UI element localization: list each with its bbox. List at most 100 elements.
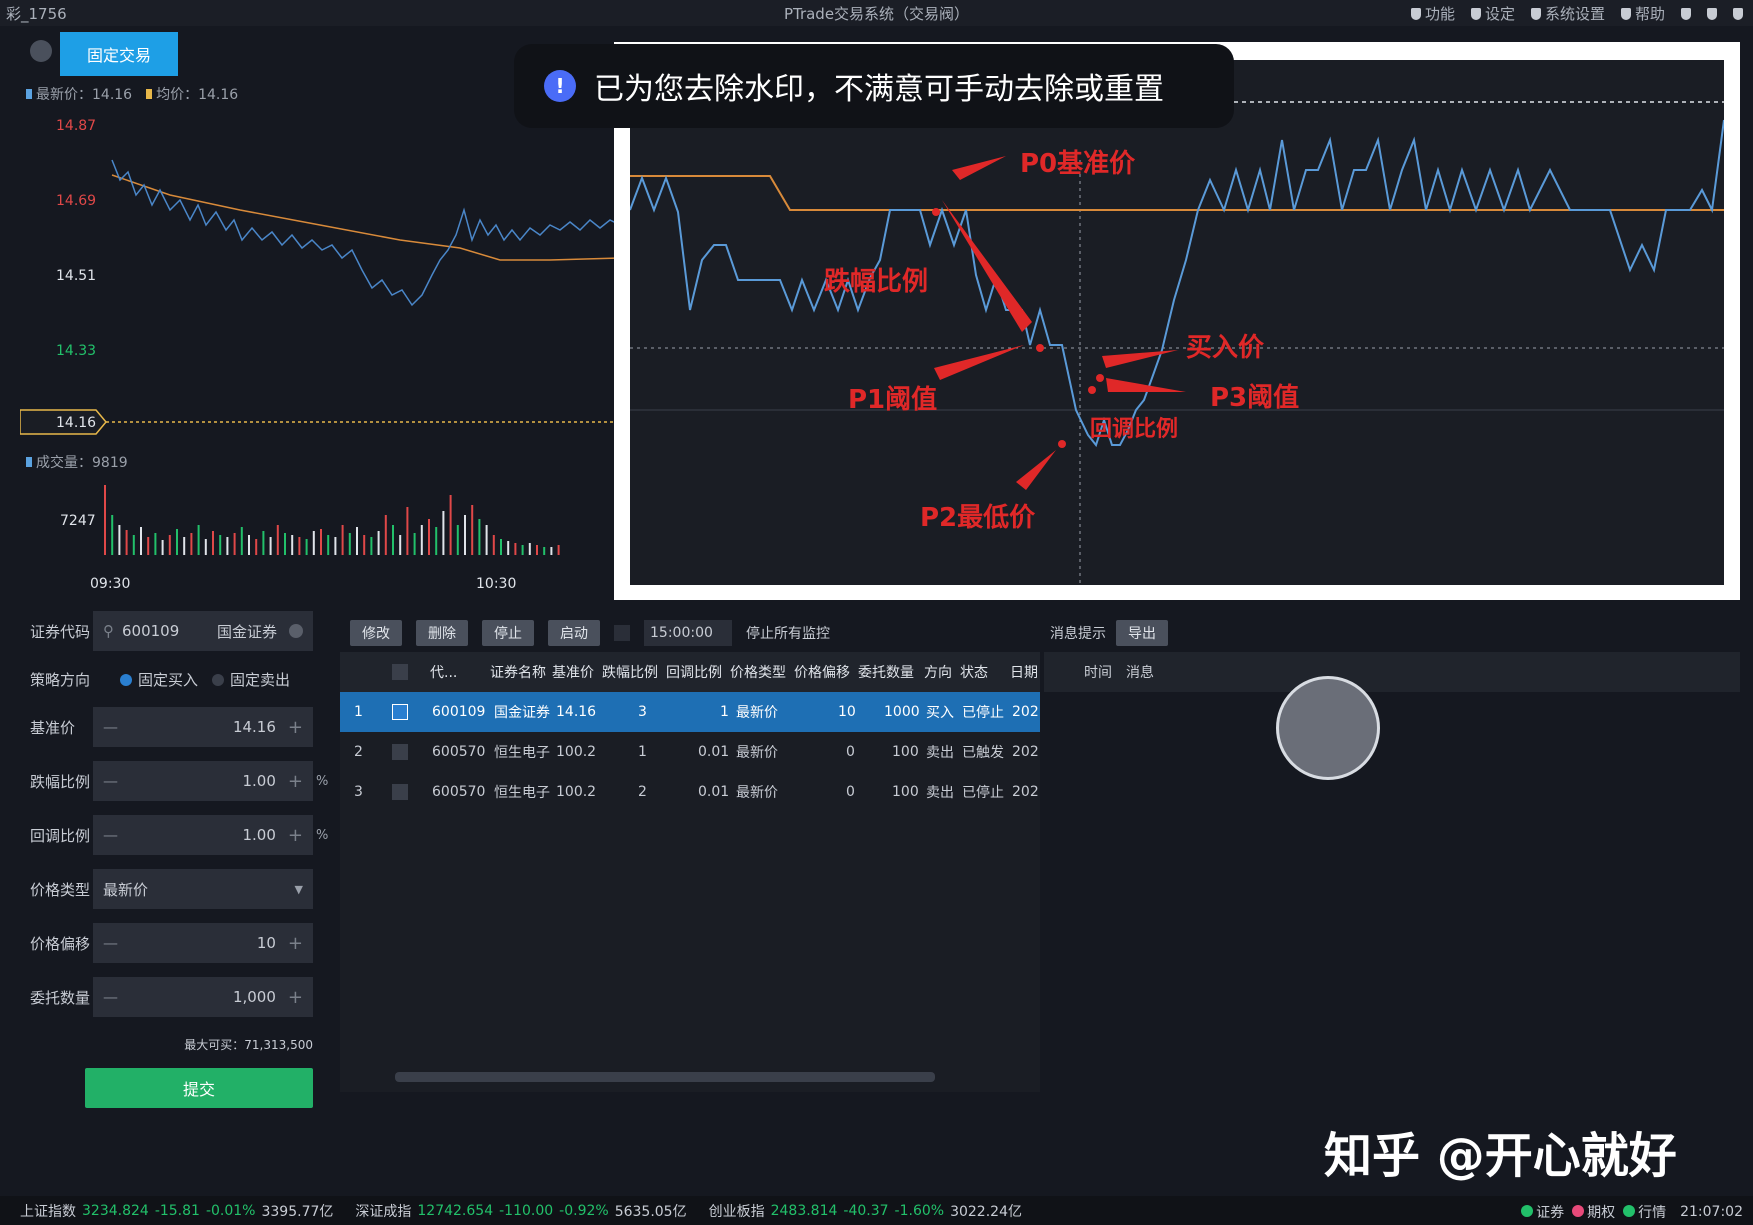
price-tick: 14.33 bbox=[56, 343, 96, 359]
order-form: 证券代码 ⚲ 600109 国金证券 策略方向 固定买入 固定卖出 基准价 — … bbox=[20, 610, 328, 1110]
search-icon: ⚲ bbox=[103, 622, 114, 640]
plus-icon[interactable]: + bbox=[288, 987, 303, 1008]
minus-icon[interactable]: — bbox=[103, 772, 118, 790]
column-header[interactable]: 方向 bbox=[924, 662, 952, 682]
start-button[interactable]: 启动 bbox=[548, 620, 600, 646]
message-panel: 消息提示 导出 时间 消息 知乎 @开心就好 bbox=[1044, 616, 1740, 1184]
column-header[interactable]: 跌幅比例 bbox=[602, 662, 660, 682]
row-checkbox[interactable] bbox=[392, 744, 408, 760]
minus-icon[interactable]: — bbox=[103, 934, 118, 952]
volume-bar bbox=[125, 530, 128, 555]
strategy-row: 策略方向 固定买入 固定卖出 bbox=[20, 658, 320, 700]
volume-bar bbox=[406, 507, 409, 555]
horizontal-scrollbar[interactable] bbox=[395, 1072, 935, 1082]
menu-system-settings[interactable]: 系统设置 bbox=[1530, 3, 1605, 24]
ref-price-label: 14.16 bbox=[56, 415, 96, 431]
minimize-button[interactable] bbox=[1681, 7, 1691, 20]
rebound-ratio-input[interactable]: — 1.00 + bbox=[93, 815, 313, 855]
volume-bar bbox=[111, 515, 114, 555]
column-header[interactable]: 状态 bbox=[960, 662, 990, 682]
menu-help[interactable]: 帮助 bbox=[1620, 3, 1665, 24]
rebound-ratio-row: 回调比例 — 1.00 + % bbox=[20, 814, 328, 856]
menu-settings[interactable]: 设定 bbox=[1470, 3, 1515, 24]
price-type-select[interactable]: 最新价 ▼ bbox=[93, 869, 313, 909]
minus-icon[interactable]: — bbox=[103, 826, 118, 844]
drop-ratio-input[interactable]: — 1.00 + bbox=[93, 761, 313, 801]
clear-icon[interactable] bbox=[289, 624, 303, 638]
plus-icon[interactable]: + bbox=[288, 771, 303, 792]
column-header[interactable]: 日期 bbox=[1010, 662, 1038, 682]
sz-label: 深证成指 bbox=[355, 1203, 412, 1220]
arrow-icon bbox=[952, 156, 1006, 180]
volume-bar bbox=[269, 537, 272, 555]
menu-function[interactable]: 功能 bbox=[1410, 3, 1455, 24]
base-price-input[interactable]: — 14.16 + bbox=[93, 707, 313, 747]
volume-bar bbox=[233, 533, 236, 555]
submit-button[interactable]: 提交 bbox=[85, 1068, 313, 1108]
volume-bar bbox=[557, 545, 560, 555]
status-bar: 上证指数 3234.824 -15.81 -0.01% 3395.77亿 深证成… bbox=[0, 1196, 1753, 1225]
volume-bar bbox=[550, 547, 553, 555]
volume-bar bbox=[392, 525, 394, 555]
volume-bar bbox=[176, 529, 178, 555]
annotation-labels: P0基准价 跌幅比例 买入价 P1阈值 P3阈值 回调比例 P2最低价 bbox=[824, 149, 1299, 533]
gear-icon[interactable] bbox=[30, 40, 52, 62]
sz-change: -110.00 bbox=[499, 1202, 554, 1219]
sh-change: -15.81 bbox=[154, 1202, 200, 1219]
close-button[interactable] bbox=[1733, 7, 1743, 20]
volume-bar bbox=[500, 539, 502, 555]
stop-all-label: 停止所有监控 bbox=[746, 626, 830, 642]
column-header[interactable]: 回调比例 bbox=[666, 662, 724, 682]
price-offset-input[interactable]: — 10 + bbox=[93, 923, 313, 963]
table-row[interactable]: 3 600570 恒生电子 100.2 2 0.01 最新价 0 100 卖出 … bbox=[340, 772, 1040, 812]
touch-indicator bbox=[1276, 676, 1380, 780]
volume-bar bbox=[449, 495, 452, 555]
delete-button[interactable]: 删除 bbox=[416, 620, 468, 646]
plus-icon[interactable]: + bbox=[288, 933, 303, 954]
table-row[interactable]: 2 600570 恒生电子 100.2 1 0.01 最新价 0 100 卖出 … bbox=[340, 732, 1040, 772]
radio-sell[interactable]: 固定卖出 bbox=[212, 669, 290, 690]
tab-fixed-trade[interactable]: 固定交易 bbox=[60, 32, 178, 76]
volume-bar bbox=[464, 515, 466, 555]
plus-icon[interactable]: + bbox=[288, 717, 303, 738]
volume-bar bbox=[478, 519, 481, 555]
column-header[interactable]: 证券名称 bbox=[490, 662, 546, 682]
shield-icon bbox=[1410, 7, 1421, 20]
volume-bar bbox=[348, 533, 351, 555]
minus-icon[interactable]: — bbox=[103, 718, 118, 736]
stop-button[interactable]: 停止 bbox=[482, 620, 534, 646]
column-header[interactable]: 价格偏移 bbox=[794, 662, 852, 682]
stop-time-input[interactable]: 15:00:00 bbox=[644, 620, 732, 646]
volume-bar bbox=[413, 533, 416, 555]
sz-value: 12742.654 bbox=[417, 1202, 494, 1219]
volume-bar bbox=[140, 527, 142, 555]
column-header[interactable]: 代... bbox=[430, 662, 470, 682]
maximize-button[interactable] bbox=[1707, 7, 1717, 20]
column-header[interactable]: 价格类型 bbox=[730, 662, 788, 682]
column-header[interactable]: 基准价 bbox=[552, 662, 598, 682]
row-checkbox[interactable] bbox=[392, 784, 408, 800]
annotated-chart-inner: P0基准价 跌幅比例 买入价 P1阈值 P3阈值 回调比例 P2最低价 bbox=[629, 60, 1725, 585]
select-all-checkbox[interactable] bbox=[392, 664, 408, 680]
table-row[interactable]: 1 600109 国金证券 14.16 3 1 最新价 10 1000 买入 已… bbox=[340, 692, 1040, 732]
indicator-securities: 证券 bbox=[1521, 1202, 1564, 1222]
pct-unit: % bbox=[316, 827, 329, 843]
modify-button[interactable]: 修改 bbox=[350, 620, 402, 646]
price-tick: 14.87 bbox=[56, 118, 96, 134]
column-header[interactable]: 委托数量 bbox=[858, 662, 916, 682]
label-p1: P1阈值 bbox=[848, 385, 937, 415]
toast-text: 已为您去除水印，不满意可手动去除或重置 bbox=[594, 72, 1164, 107]
row-checkbox[interactable] bbox=[392, 704, 408, 720]
volume-bar bbox=[435, 527, 438, 555]
timer-checkbox[interactable] bbox=[614, 625, 630, 641]
minus-icon[interactable]: — bbox=[103, 988, 118, 1006]
radio-buy[interactable]: 固定买入 bbox=[120, 669, 198, 690]
cy-change: -40.37 bbox=[843, 1202, 889, 1219]
code-input[interactable]: ⚲ 600109 国金证券 bbox=[93, 611, 313, 651]
price-type-label: 价格类型 bbox=[30, 880, 91, 899]
entrust-qty-input[interactable]: — 1,000 + bbox=[93, 977, 313, 1017]
drop-ratio-row: 跌幅比例 — 1.00 + % bbox=[20, 760, 328, 802]
export-button[interactable]: 导出 bbox=[1116, 620, 1168, 646]
volume-bar bbox=[428, 519, 430, 555]
plus-icon[interactable]: + bbox=[288, 825, 303, 846]
